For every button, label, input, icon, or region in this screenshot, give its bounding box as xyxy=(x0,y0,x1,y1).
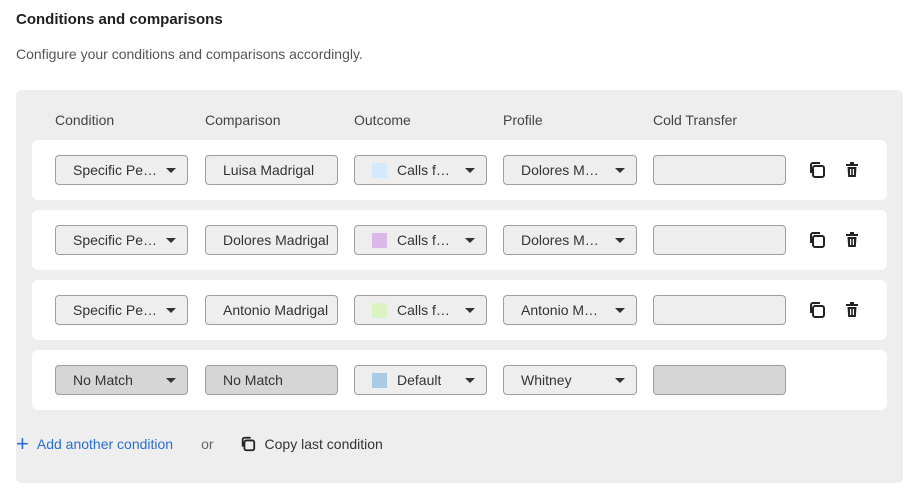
trash-icon[interactable] xyxy=(843,161,861,179)
comparison-select[interactable]: Luisa Madrigal xyxy=(205,155,338,185)
copy-icon[interactable] xyxy=(808,301,826,319)
profile-select[interactable]: Antonio Madrigal xyxy=(503,295,637,325)
outcome-select[interactable]: Calls for Luisa xyxy=(354,155,487,185)
copy-icon xyxy=(241,436,255,452)
outcome-color-swatch xyxy=(372,232,387,248)
outcome-color-swatch xyxy=(372,162,387,178)
outcome-color-swatch xyxy=(372,372,387,388)
condition-select[interactable]: Specific Person xyxy=(55,295,188,325)
trash-icon[interactable] xyxy=(843,231,861,249)
condition-select[interactable]: Specific Person xyxy=(55,225,188,255)
caret-down-icon xyxy=(615,378,625,383)
condition-row: Specific Person Dolores Madrigal Calls f… xyxy=(32,210,887,270)
or-separator: or xyxy=(201,436,214,452)
copy-last-label: Copy last condition xyxy=(264,436,383,452)
outcome-color-swatch xyxy=(372,302,387,318)
condition-row: Specific Person Antonio Madrigal Calls f… xyxy=(32,280,887,340)
cold-transfer-input[interactable] xyxy=(653,295,786,325)
profile-select[interactable]: Dolores Madrigal xyxy=(503,155,637,185)
caret-down-icon xyxy=(166,168,176,173)
copy-last-condition-button[interactable]: Copy last condition xyxy=(240,436,383,452)
conditions-footer: + Add another condition or Copy last con… xyxy=(16,433,383,455)
caret-down-icon xyxy=(465,168,475,173)
caret-down-icon xyxy=(465,378,475,383)
outcome-select[interactable]: Calls for Antonio xyxy=(354,295,487,325)
caret-down-icon xyxy=(166,308,176,313)
comparison-select[interactable]: Antonio Madrigal xyxy=(205,295,338,325)
header-profile: Profile xyxy=(503,112,543,128)
cold-transfer-input xyxy=(653,365,786,395)
caret-down-icon xyxy=(465,308,475,313)
caret-down-icon xyxy=(166,238,176,243)
cold-transfer-input[interactable] xyxy=(653,155,786,185)
conditions-panel: Condition Comparison Outcome Profile Col… xyxy=(16,90,903,483)
caret-down-icon xyxy=(615,308,625,313)
page-subtitle: Configure your conditions and comparison… xyxy=(16,46,363,62)
caret-down-icon xyxy=(166,378,176,383)
copy-icon[interactable] xyxy=(808,161,826,179)
copy-icon[interactable] xyxy=(808,231,826,249)
caret-down-icon xyxy=(615,238,625,243)
add-condition-button[interactable]: + Add another condition xyxy=(16,431,174,456)
trash-icon[interactable] xyxy=(843,301,861,319)
header-condition: Condition xyxy=(55,112,115,128)
outcome-select[interactable]: Calls for Dolores xyxy=(354,225,487,255)
condition-select[interactable]: Specific Person xyxy=(55,155,188,185)
profile-select[interactable]: Dolores Madrigal xyxy=(503,225,637,255)
caret-down-icon xyxy=(465,238,475,243)
condition-row: Specific Person Luisa Madrigal Calls for… xyxy=(32,140,887,200)
comparison-select[interactable]: Dolores Madrigal xyxy=(205,225,338,255)
plus-icon: + xyxy=(16,431,29,456)
add-condition-label: Add another condition xyxy=(36,436,174,452)
comparison-select: No Match xyxy=(205,365,338,395)
header-cold-transfer: Cold Transfer xyxy=(653,112,738,128)
page-title: Conditions and comparisons xyxy=(16,11,223,28)
outcome-select[interactable]: Default xyxy=(354,365,487,395)
profile-select[interactable]: Whitney xyxy=(503,365,637,395)
header-outcome: Outcome xyxy=(354,112,411,128)
cold-transfer-input[interactable] xyxy=(653,225,786,255)
header-comparison: Comparison xyxy=(205,112,281,128)
column-headers: Condition Comparison Outcome Profile Col… xyxy=(16,112,903,130)
caret-down-icon xyxy=(615,168,625,173)
condition-select: No Match xyxy=(55,365,188,395)
condition-row-default: No Match No Match Default Whitney xyxy=(32,350,887,410)
